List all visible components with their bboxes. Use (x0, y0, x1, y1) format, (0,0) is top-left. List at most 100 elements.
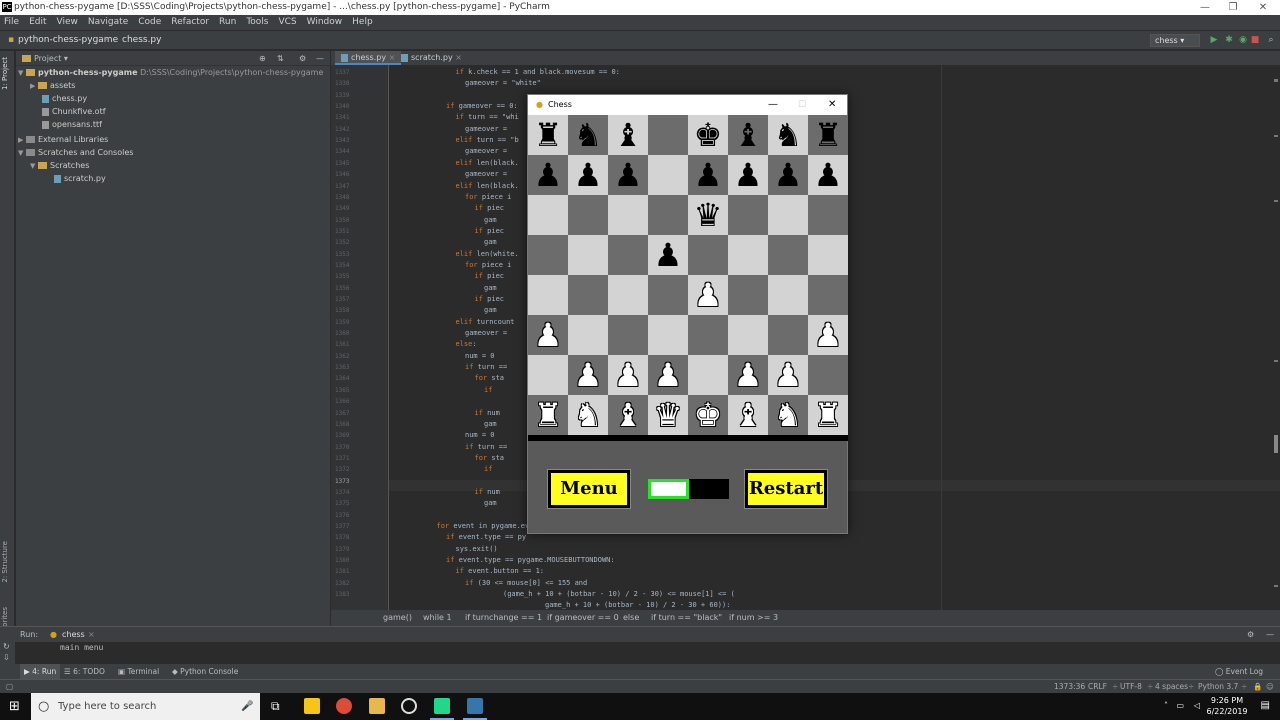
hide-run-panel-icon[interactable]: — (1266, 627, 1274, 643)
restart-button[interactable]: Restart (744, 469, 828, 509)
board-square[interactable]: ♟ (528, 155, 568, 195)
black-rook-icon[interactable]: ♜ (534, 116, 563, 154)
white-king-icon[interactable]: ♚ (694, 396, 723, 434)
close-run-tab-icon[interactable]: × (88, 627, 95, 643)
board-square[interactable]: ♟ (608, 155, 648, 195)
board-square[interactable] (648, 315, 688, 355)
board-square[interactable]: ♞ (768, 395, 808, 435)
black-pawn-icon[interactable]: ♟ (654, 236, 683, 274)
board-square[interactable]: ♟ (648, 355, 688, 395)
board-square[interactable] (808, 355, 848, 395)
network-icon[interactable]: ▭ (1176, 701, 1184, 710)
tree-root[interactable]: ▼ python-chess-pygame D:\SSS\Coding\Proje… (18, 68, 323, 77)
board-square[interactable]: ♞ (568, 395, 608, 435)
board-square[interactable]: ♟ (608, 355, 648, 395)
board-square[interactable] (728, 275, 768, 315)
tab-run[interactable]: ▶ 4: Run (20, 664, 61, 679)
board-square[interactable] (648, 115, 688, 155)
board-square[interactable]: ♜ (528, 395, 568, 435)
white-pawn-icon[interactable]: ♟ (734, 356, 763, 394)
run-config-tab[interactable]: chess (62, 627, 85, 643)
board-square[interactable] (568, 315, 608, 355)
board-square[interactable] (528, 275, 568, 315)
board-square[interactable] (568, 235, 608, 275)
white-pawn-icon[interactable]: ♟ (614, 356, 643, 394)
close-button[interactable]: ✕ (1248, 0, 1278, 15)
board-square[interactable]: ♟ (728, 155, 768, 195)
breadcrumb-item[interactable]: if num >= 3 (729, 610, 778, 626)
black-bishop-icon[interactable]: ♝ (734, 116, 763, 154)
board-square[interactable]: ♟ (568, 155, 608, 195)
black-king-icon[interactable]: ♚ (694, 116, 723, 154)
board-square[interactable] (768, 315, 808, 355)
scroll-thumb[interactable] (1274, 435, 1278, 453)
board-square[interactable] (808, 275, 848, 315)
board-square[interactable] (648, 275, 688, 315)
collapse-icon[interactable]: ⇅ (277, 51, 284, 66)
run-config-selector[interactable]: chess ▾ (1150, 34, 1200, 47)
board-square[interactable] (608, 315, 648, 355)
black-pawn-icon[interactable]: ♟ (534, 156, 563, 194)
white-bishop-icon[interactable]: ♝ (614, 396, 643, 434)
tab-python-console[interactable]: ◆ Python Console (172, 664, 238, 679)
status-toggle-icon[interactable]: ▢ (6, 680, 13, 693)
coverage-icon[interactable]: ◉ (1238, 35, 1248, 45)
board-square[interactable]: ♟ (688, 155, 728, 195)
board-square[interactable] (608, 275, 648, 315)
tree-item-opensans[interactable]: opensans.ttf (42, 120, 102, 129)
board-square[interactable]: ♞ (568, 115, 608, 155)
tray-chevron-icon[interactable]: ˄ (1164, 701, 1168, 710)
white-knight-icon[interactable]: ♞ (774, 396, 803, 434)
board-square[interactable] (728, 315, 768, 355)
tab-chess-py[interactable]: chess.py × (335, 51, 402, 65)
close-tab-icon[interactable]: × (455, 53, 462, 62)
chess-title-bar[interactable]: ● Chess — ☐ ✕ (528, 95, 847, 115)
maximize-button[interactable]: ❐ (1218, 0, 1248, 15)
caret-position[interactable]: 1373:36 (1054, 680, 1085, 693)
white-pawn-icon[interactable]: ♟ (654, 356, 683, 394)
board-square[interactable] (528, 195, 568, 235)
nav-file[interactable]: chess.py (122, 31, 161, 50)
rerun-icon[interactable]: ↻ (3, 642, 10, 651)
run-console[interactable]: main menu (16, 642, 1280, 664)
board-square[interactable] (608, 235, 648, 275)
white-pawn-icon[interactable]: ♟ (814, 316, 843, 354)
menu-item-tools[interactable]: Tools (246, 17, 268, 27)
board-square[interactable] (728, 235, 768, 275)
board-square[interactable] (688, 235, 728, 275)
windows-start-icon[interactable]: ⊞ (9, 699, 20, 714)
white-pawn-icon[interactable]: ♟ (694, 276, 723, 314)
black-queen-icon[interactable]: ♛ (694, 196, 723, 234)
file-explorer-icon[interactable] (369, 698, 385, 714)
taskbar-search[interactable]: ○ Type here to search 🎤 (31, 693, 260, 720)
debug-icon[interactable]: ✱ (1224, 35, 1234, 45)
black-pawn-icon[interactable]: ♟ (694, 156, 723, 194)
structure-tool-tab[interactable]: 2: Structure (1, 541, 9, 583)
board-square[interactable]: ♜ (808, 115, 848, 155)
locate-icon[interactable]: ⊕ (259, 51, 266, 66)
clock-date[interactable]: 6/22/2019 (1204, 707, 1250, 716)
black-knight-icon[interactable]: ♞ (574, 116, 603, 154)
menu-item-navigate[interactable]: Navigate (88, 17, 128, 27)
breadcrumb-item[interactable]: while 1 (423, 610, 452, 626)
minimize-button[interactable]: — (1190, 0, 1220, 15)
microphone-icon[interactable]: 🎤 (241, 693, 253, 720)
tree-item-external-libraries[interactable]: ▶ External Libraries (18, 135, 108, 144)
tree-item-scratches-consoles[interactable]: ▼ Scratches and Consoles (18, 148, 133, 157)
board-square[interactable] (768, 275, 808, 315)
event-log-tab[interactable]: ◯ Event Log (1215, 664, 1263, 679)
board-square[interactable] (728, 195, 768, 235)
tab-scratch-py[interactable]: scratch.py × (395, 51, 468, 65)
board-square[interactable] (528, 355, 568, 395)
sticky-notes-icon[interactable] (304, 698, 320, 714)
board-square[interactable] (608, 195, 648, 235)
white-rook-icon[interactable]: ♜ (814, 396, 843, 434)
tree-item-chess-py[interactable]: chess.py (42, 94, 87, 103)
board-square[interactable] (808, 195, 848, 235)
stop-icon[interactable]: ■ (1250, 35, 1260, 45)
board-square[interactable]: ♟ (528, 315, 568, 355)
board-square[interactable]: ♟ (768, 355, 808, 395)
black-pawn-icon[interactable]: ♟ (774, 156, 803, 194)
inspector-icon[interactable]: ☺ (1266, 680, 1274, 693)
white-pawn-icon[interactable]: ♟ (534, 316, 563, 354)
